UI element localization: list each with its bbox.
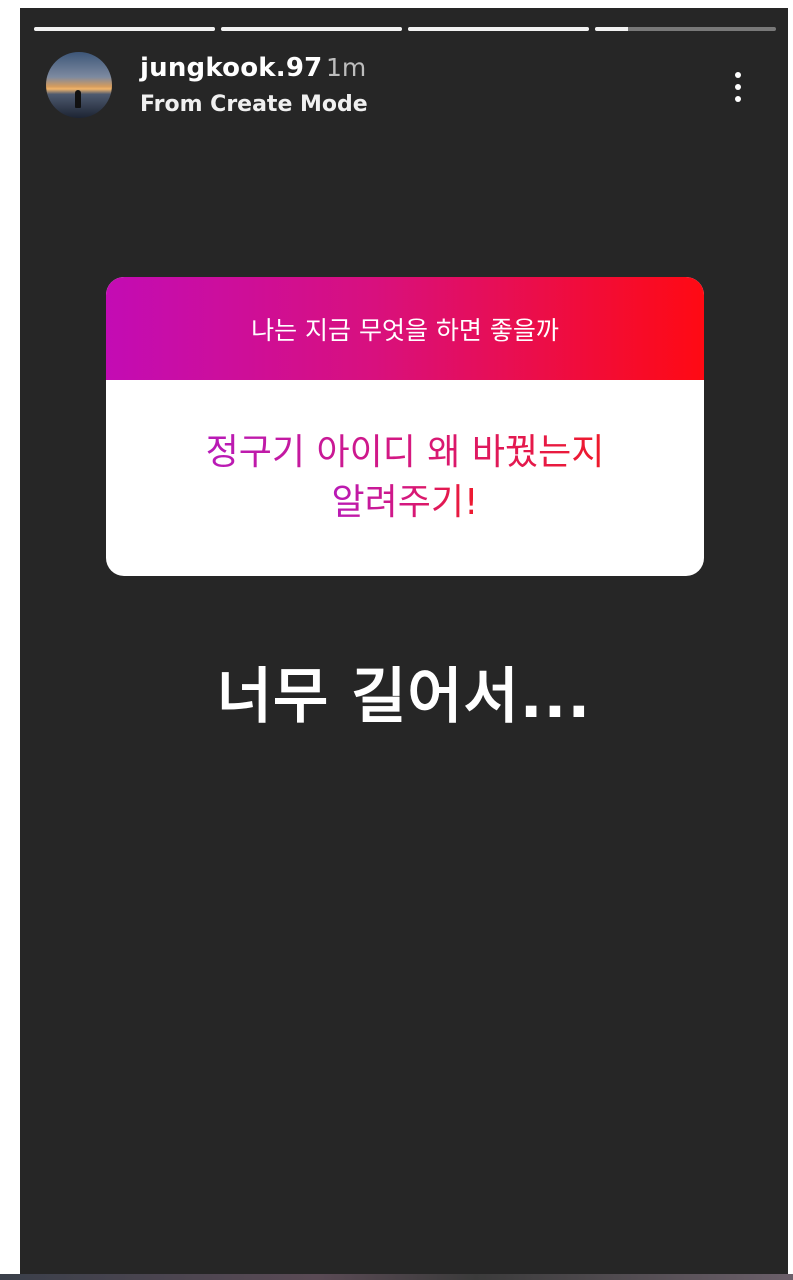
progress-segment bbox=[34, 27, 215, 31]
progress-segment-current bbox=[595, 27, 776, 31]
more-options-button[interactable] bbox=[723, 64, 753, 110]
question-text: 나는 지금 무엇을 하면 좋을까 bbox=[251, 315, 559, 345]
story-source-label[interactable]: From Create Mode bbox=[140, 92, 368, 117]
question-sticker-header: 나는 지금 무엇을 하면 좋을까 bbox=[106, 277, 704, 380]
story-viewer[interactable]: jungkook.97 1m From Create Mode 나는 지금 무엇… bbox=[20, 8, 788, 1274]
answer-text-line: 정구기 아이디 왜 바꿨는지 bbox=[205, 432, 605, 473]
progress-segment bbox=[221, 27, 402, 31]
more-vertical-icon bbox=[735, 84, 741, 90]
bottom-edge-strip bbox=[0, 1274, 793, 1280]
username[interactable]: jungkook.97 bbox=[140, 53, 322, 83]
question-sticker: 나는 지금 무엇을 하면 좋을까 정구기 아이디 왜 바꿨는지 알려주기! bbox=[106, 277, 704, 576]
avatar[interactable] bbox=[46, 52, 112, 118]
time-ago: 1m bbox=[326, 53, 367, 82]
answer-text-line: 알려주기! bbox=[331, 482, 479, 523]
progress-segment bbox=[408, 27, 589, 31]
screenshot-frame: jungkook.97 1m From Create Mode 나는 지금 무엇… bbox=[0, 0, 793, 1280]
story-caption: 너무 길어서... bbox=[216, 662, 592, 732]
more-vertical-icon bbox=[735, 96, 741, 102]
more-vertical-icon bbox=[735, 72, 741, 78]
story-progress-bar bbox=[34, 27, 776, 31]
avatar-silhouette bbox=[75, 90, 81, 108]
question-sticker-answer: 정구기 아이디 왜 바꿨는지 알려주기! bbox=[106, 380, 704, 576]
